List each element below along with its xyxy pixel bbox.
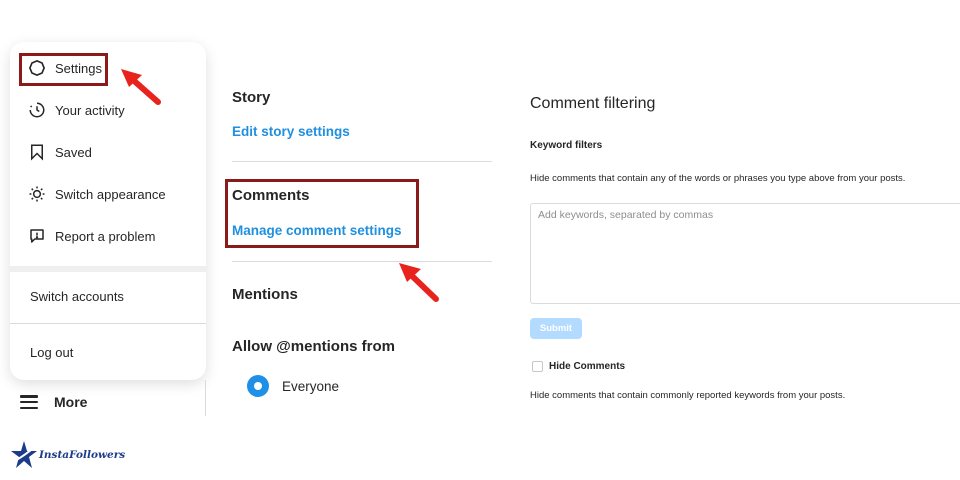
hamburger-icon: [20, 395, 38, 409]
keywords-input[interactable]: [530, 203, 960, 304]
hide-comments-description: Hide comments that contain commonly repo…: [530, 390, 846, 401]
hide-comments-label: Hide Comments: [549, 361, 626, 372]
allow-mentions-heading: Allow @mentions from: [232, 338, 395, 355]
sun-icon: [29, 186, 45, 202]
keyword-filters-description: Hide comments that contain any of the wo…: [530, 173, 906, 184]
submit-button[interactable]: Submit: [530, 318, 582, 339]
nav-divider: [205, 380, 206, 416]
story-heading: Story: [232, 89, 271, 106]
manage-comment-settings-link[interactable]: Manage comment settings: [232, 223, 402, 238]
radio-selected[interactable]: [247, 375, 269, 397]
report-icon: [30, 229, 44, 243]
instafollowers-logo: InstaFollowers: [10, 440, 125, 470]
switch-accounts-button[interactable]: Switch accounts: [30, 289, 124, 304]
menu-item-label: Report a problem: [55, 228, 156, 244]
mentions-option-everyone[interactable]: Everyone: [247, 375, 339, 397]
edit-story-settings-link[interactable]: Edit story settings: [232, 124, 350, 139]
section-divider: [232, 261, 492, 262]
menu-item-saved[interactable]: Saved: [28, 138, 92, 166]
more-menu: Settings Your activity Saved Switch appe…: [10, 42, 206, 380]
menu-divider: [10, 323, 206, 324]
log-out-button[interactable]: Log out: [30, 345, 73, 360]
menu-item-switch-appearance[interactable]: Switch appearance: [28, 180, 166, 208]
comment-filtering-title: Comment filtering: [530, 95, 656, 112]
logo-text: InstaFollowers: [39, 449, 126, 461]
red-arrow-icon: [399, 263, 439, 302]
star-logo-icon: [11, 441, 37, 468]
more-label: More: [54, 394, 88, 410]
menu-divider: [10, 266, 206, 272]
menu-item-label: Switch appearance: [55, 186, 166, 202]
settings-highlight-box: [19, 53, 108, 86]
mentions-heading: Mentions: [232, 286, 298, 303]
activity-icon: [29, 102, 45, 118]
more-nav-button[interactable]: More: [20, 394, 87, 410]
menu-item-report-problem[interactable]: Report a problem: [28, 222, 155, 250]
red-arrow-icon: [121, 69, 161, 105]
radio-label: Everyone: [282, 378, 340, 394]
hide-comments-checkbox[interactable]: [532, 361, 543, 372]
menu-item-label: Your activity: [55, 102, 125, 118]
bookmark-icon: [31, 144, 43, 161]
comments-heading: Comments: [232, 187, 310, 204]
menu-item-your-activity[interactable]: Your activity: [28, 96, 125, 124]
menu-item-label: Saved: [55, 144, 92, 160]
keyword-filters-label: Keyword filters: [530, 140, 603, 151]
section-divider: [232, 161, 492, 162]
